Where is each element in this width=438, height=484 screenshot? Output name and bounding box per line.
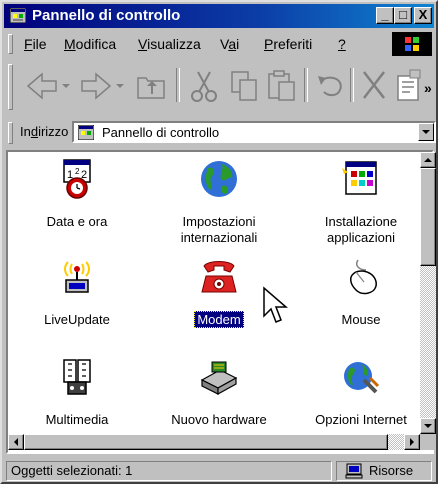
item-data-e-ora[interactable]: 1 2 2 Data e ora <box>12 158 142 254</box>
forward-arrow-icon[interactable] <box>76 64 126 108</box>
internet-options-globe-icon <box>344 362 380 394</box>
arrow-right-icon <box>410 438 414 446</box>
maximize-button[interactable]: □ <box>394 7 412 24</box>
item-label: Nuovo hardware <box>171 412 267 427</box>
vertical-scroll-thumb[interactable] <box>420 168 436 266</box>
vertical-scrollbar[interactable] <box>420 152 436 434</box>
svg-text:2: 2 <box>75 167 80 176</box>
item-mouse[interactable]: Mouse <box>296 256 426 352</box>
horizontal-scroll-thumb[interactable] <box>24 434 388 450</box>
title-bar[interactable]: Pannello di controllo _ □ X <box>4 4 434 28</box>
menu-help[interactable]: ? <box>338 36 346 52</box>
item-label: Opzioni Internet <box>315 412 407 427</box>
multimedia-film-icon <box>63 359 91 395</box>
arrow-down-icon <box>424 424 432 428</box>
item-label: Installazione applicazioni <box>324 214 398 245</box>
menu-file[interactable]: File <box>24 36 47 52</box>
windows-logo-icon <box>392 32 432 56</box>
menu-bar: File Modifica Visualizza Vai Preferiti ? <box>6 32 434 56</box>
liveupdate-antenna-icon <box>64 261 90 293</box>
install-apps-icon <box>342 161 377 195</box>
scroll-corner <box>420 434 436 450</box>
toolbar-separator <box>350 68 354 102</box>
item-label: Impostazioni internazionali <box>180 214 258 245</box>
delete-icon[interactable] <box>356 64 392 108</box>
horizontal-scrollbar[interactable] <box>8 434 420 450</box>
close-button[interactable]: X <box>414 7 432 24</box>
modem-phone-icon <box>201 261 237 293</box>
standard-toolbar: » <box>6 60 434 116</box>
arrow-left-icon <box>14 438 18 446</box>
computer-icon <box>345 463 363 479</box>
chevron-down-icon <box>422 130 430 134</box>
scroll-up-button[interactable] <box>420 152 436 168</box>
status-zone: Risorse <box>336 461 432 481</box>
control-panel-window: Pannello di controllo _ □ X File Modific… <box>0 0 438 484</box>
item-impostazioni-internazionali[interactable]: Impostazioni internazionali <box>154 158 284 254</box>
address-bar: Indirizzo Pannello di controllo <box>6 118 436 146</box>
item-installazione-applicazioni[interactable]: Installazione applicazioni <box>296 158 426 254</box>
item-label: Multimedia <box>45 412 109 427</box>
address-value: Pannello di controllo <box>102 125 220 140</box>
toolbar-separator <box>176 68 180 102</box>
control-panel-icon <box>78 125 94 140</box>
window-title: Pannello di controllo <box>32 7 181 24</box>
item-label: LiveUpdate <box>44 312 110 327</box>
menu-grip[interactable] <box>8 34 13 54</box>
item-label: Mouse <box>341 312 381 327</box>
paste-icon[interactable] <box>264 64 300 108</box>
arrow-up-icon <box>424 158 432 162</box>
item-liveupdate[interactable]: LiveUpdate <box>12 256 142 352</box>
address-grip[interactable] <box>8 122 13 144</box>
copy-icon[interactable] <box>226 64 262 108</box>
status-bar: Oggetti selezionati: 1 Risorse <box>6 460 434 482</box>
item-label: Data e ora <box>46 214 108 229</box>
status-zone-label: Risorse <box>369 463 414 478</box>
control-panel-icon <box>10 8 26 23</box>
address-label: Indirizzo <box>20 124 69 139</box>
globe-icon <box>201 161 237 197</box>
properties-icon[interactable] <box>394 64 424 108</box>
menu-preferiti[interactable]: Preferiti <box>264 36 312 52</box>
undo-icon[interactable] <box>312 64 348 108</box>
scroll-left-button[interactable] <box>8 434 24 450</box>
toolbar-grip[interactable] <box>8 64 13 110</box>
folder-view[interactable]: 1 2 2 Data e ora Impostazioni internazio… <box>6 150 434 454</box>
toolbar-overflow-chevron-icon[interactable]: » <box>424 80 432 96</box>
address-dropdown-button[interactable] <box>418 123 434 141</box>
minimize-button[interactable]: _ <box>376 7 394 24</box>
mouse-icon <box>350 259 377 295</box>
status-selected-count: Oggetti selezionati: 1 <box>6 461 332 481</box>
scroll-right-button[interactable] <box>404 434 420 450</box>
up-folder-icon[interactable] <box>134 64 170 108</box>
address-field[interactable]: Pannello di controllo <box>72 121 436 143</box>
new-hardware-icon <box>200 361 238 396</box>
menu-visualizza[interactable]: Visualizza <box>138 36 201 52</box>
calendar-clock-icon: 1 2 2 <box>63 159 91 199</box>
menu-modifica[interactable]: Modifica <box>64 36 116 52</box>
back-arrow-icon[interactable] <box>22 64 72 108</box>
menu-vai[interactable]: Vai <box>220 36 239 52</box>
toolbar-separator <box>304 68 308 102</box>
cut-icon[interactable] <box>186 64 222 108</box>
mouse-pointer-icon <box>263 286 289 323</box>
scroll-down-button[interactable] <box>420 418 436 434</box>
